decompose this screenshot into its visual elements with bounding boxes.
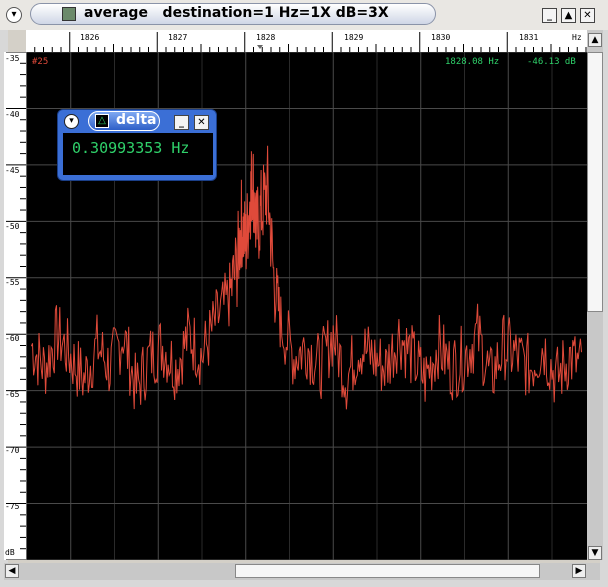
trace-id: #25	[32, 57, 49, 67]
delta-minimize-button[interactable]: _	[174, 115, 189, 130]
vertical-scroll-thumb[interactable]	[587, 52, 603, 312]
minimize-button[interactable]: _	[542, 8, 557, 23]
scroll-left-arrow-icon[interactable]: ◀	[5, 564, 19, 578]
window-frame-bottom	[0, 580, 608, 587]
frequency-readout: 1828.08 Hz	[445, 57, 500, 67]
delta-title: delta	[116, 112, 157, 128]
scroll-up-arrow-icon[interactable]: ▲	[588, 33, 602, 47]
delta-menu-button[interactable]: ▾	[64, 114, 79, 129]
horizontal-scroll-thumb[interactable]	[235, 564, 540, 578]
window-title: average destination=1 Hz=1X dB=3X	[84, 5, 389, 21]
delta-icon: △	[95, 114, 109, 128]
close-button[interactable]: ✕	[580, 8, 595, 23]
frequency-ruler: 1826 1827 1828 1829 1830 1831 Hz	[26, 30, 587, 53]
delta-close-button[interactable]: ✕	[194, 115, 209, 130]
ruler-ticks-vertical	[6, 52, 26, 560]
scroll-right-arrow-icon[interactable]: ▶	[572, 564, 586, 578]
ruler-ticks	[34, 32, 587, 52]
level-ruler: -35 -40 -45 -50 -55 -60 -65 -70 -75 dB	[4, 52, 27, 560]
delta-value: 0.30993353 Hz	[72, 139, 190, 157]
maximize-button[interactable]: ▲	[561, 8, 576, 23]
window-menu-button[interactable]: ▾	[6, 7, 22, 23]
scroll-down-arrow-icon[interactable]: ▼	[588, 546, 602, 560]
level-readout: -46.13 dB	[527, 57, 576, 67]
app-icon	[62, 7, 76, 21]
